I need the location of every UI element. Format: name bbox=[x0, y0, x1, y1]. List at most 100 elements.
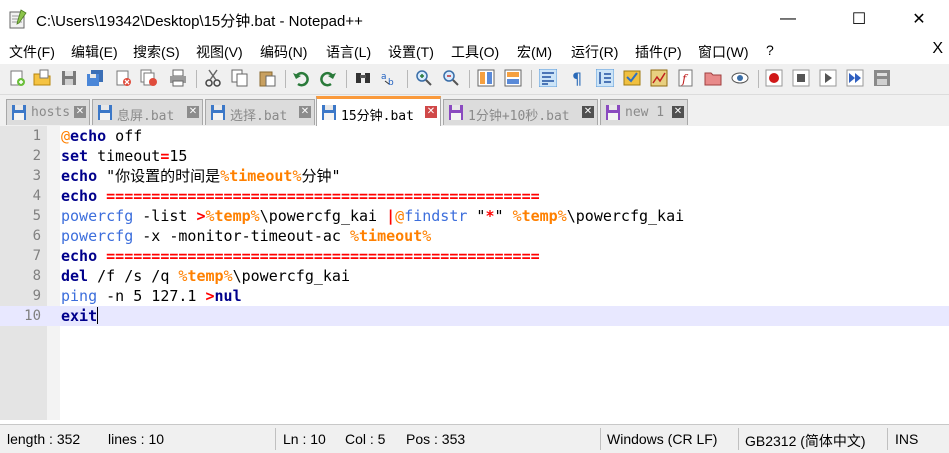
tab-15-minutes-bat[interactable]: 15分钟.bat ✕ bbox=[316, 96, 441, 127]
close-icon[interactable] bbox=[114, 69, 132, 87]
word-wrap-icon[interactable] bbox=[539, 69, 557, 87]
function-list-icon[interactable]: f bbox=[677, 69, 695, 87]
code-line[interactable]: 1 @echo off bbox=[0, 126, 949, 146]
tab-close-icon[interactable]: ✕ bbox=[187, 106, 199, 118]
tab-label: 息屏.bat bbox=[117, 109, 175, 124]
menu-run[interactable]: 运行(R) bbox=[571, 42, 618, 62]
menu-view[interactable]: 视图(V) bbox=[196, 42, 243, 62]
menu-plugins[interactable]: 插件(P) bbox=[635, 42, 682, 62]
status-length: length : 352 bbox=[7, 431, 81, 447]
menu-language[interactable]: 语言(L) bbox=[326, 42, 371, 62]
tab-close-icon[interactable]: ✕ bbox=[299, 106, 311, 118]
menu-macro[interactable]: 宏(M) bbox=[517, 42, 552, 62]
menu-edit[interactable]: 编辑(E) bbox=[71, 42, 118, 62]
indent-guide-icon[interactable] bbox=[596, 69, 614, 87]
show-all-chars-icon[interactable]: ¶ bbox=[569, 69, 587, 87]
tab-close-icon[interactable]: ✕ bbox=[582, 106, 594, 118]
print-icon[interactable] bbox=[169, 69, 187, 87]
code-text: echo ===================================… bbox=[61, 187, 540, 205]
cut-icon[interactable] bbox=[204, 69, 222, 87]
record-macro-icon[interactable] bbox=[765, 69, 783, 87]
monitoring-icon[interactable] bbox=[731, 69, 749, 87]
document-tab-bar: hosts ✕ 息屏.bat ✕ 选择.bat ✕ 15分钟.bat ✕ 1分钟… bbox=[0, 95, 949, 127]
file-saved-icon bbox=[12, 105, 26, 120]
window-title: C:\Users\19342\Desktop\15分钟.bat - Notepa… bbox=[36, 13, 363, 30]
code-line[interactable]: 9 ping -n 5 127.1 >nul bbox=[0, 286, 949, 306]
sync-vertical-icon[interactable] bbox=[477, 69, 495, 87]
toolbar-separator bbox=[469, 70, 470, 88]
file-saved-icon bbox=[606, 105, 620, 120]
code-line[interactable]: 3 echo "你设置的时间是%timeout%分钟" bbox=[0, 166, 949, 186]
line-number: 7 bbox=[32, 248, 41, 264]
code-editor[interactable]: 1 @echo off 2 set timeout=15 3 echo "你设置的时间是%… bbox=[0, 126, 949, 420]
doc-map-icon[interactable] bbox=[650, 69, 668, 87]
tab-select-bat[interactable]: 选择.bat ✕ bbox=[205, 99, 315, 125]
line-number: 5 bbox=[32, 208, 41, 224]
close-document-button[interactable]: X bbox=[932, 40, 943, 58]
status-bar: length : 352 lines : 10 Ln : 10 Col : 5 … bbox=[0, 424, 949, 453]
toolbar-separator bbox=[407, 70, 408, 88]
code-text: echo ===================================… bbox=[61, 247, 540, 265]
toolbar-separator bbox=[346, 70, 347, 88]
menu-search[interactable]: 搜索(S) bbox=[133, 42, 180, 62]
play-macro-icon[interactable] bbox=[819, 69, 837, 87]
menu-settings[interactable]: 设置(T) bbox=[388, 42, 434, 62]
folder-workspace-icon[interactable] bbox=[704, 69, 722, 87]
svg-text:¶: ¶ bbox=[572, 69, 582, 87]
code-line[interactable]: 5 powercfg -list >%temp%\powercfg_kai |@f… bbox=[0, 206, 949, 226]
save-icon[interactable] bbox=[60, 69, 78, 87]
stop-macro-icon[interactable] bbox=[792, 69, 810, 87]
code-line[interactable]: 2 set timeout=15 bbox=[0, 146, 949, 166]
status-position: Pos : 353 bbox=[406, 431, 466, 447]
tab-label: 15分钟.bat bbox=[341, 109, 414, 124]
redo-icon[interactable] bbox=[319, 69, 337, 87]
tab-1-minute-10-seconds-bat[interactable]: 1分钟+10秒.bat ✕ bbox=[443, 99, 598, 125]
menu-file[interactable]: 文件(F) bbox=[9, 42, 55, 62]
close-window-button[interactable]: ✕ bbox=[896, 0, 942, 38]
menu-tools[interactable]: 工具(O) bbox=[451, 42, 499, 62]
code-line[interactable]: 4 echo ==================================… bbox=[0, 186, 949, 206]
file-saved-icon bbox=[322, 105, 336, 120]
code-text: echo "你设置的时间是%timeout%分钟" bbox=[61, 167, 341, 185]
close-all-icon[interactable] bbox=[140, 69, 158, 87]
tab-close-icon[interactable]: ✕ bbox=[74, 106, 86, 118]
line-number: 9 bbox=[32, 288, 41, 304]
find-icon[interactable] bbox=[354, 69, 372, 87]
new-file-icon[interactable] bbox=[8, 69, 26, 87]
code-text: exit bbox=[61, 307, 99, 325]
menu-window[interactable]: 窗口(W) bbox=[698, 42, 749, 62]
code-line[interactable]: 10 exit bbox=[0, 306, 949, 326]
zoom-in-icon[interactable] bbox=[415, 69, 433, 87]
paste-icon[interactable] bbox=[258, 69, 276, 87]
sync-horizontal-icon[interactable] bbox=[504, 69, 522, 87]
code-line[interactable]: 8 del /f /s /q %temp%\powercfg_kai bbox=[0, 266, 949, 286]
menu-help[interactable]: ? bbox=[766, 42, 774, 58]
tab-label: new 1 bbox=[625, 105, 665, 120]
tab-hosts[interactable]: hosts ✕ bbox=[6, 99, 90, 125]
tab-close-icon[interactable]: ✕ bbox=[672, 106, 684, 118]
toolbar: ab ¶ f bbox=[0, 64, 949, 95]
menu-encoding[interactable]: 编码(N) bbox=[260, 42, 307, 62]
undo-icon[interactable] bbox=[292, 69, 310, 87]
replace-icon[interactable]: ab bbox=[380, 69, 398, 87]
title-bar: C:\Users\19342\Desktop\15分钟.bat - Notepa… bbox=[0, 0, 949, 38]
copy-icon[interactable] bbox=[231, 69, 249, 87]
save-all-icon[interactable] bbox=[86, 69, 104, 87]
code-text: powercfg -list >%temp%\powercfg_kai |@fi… bbox=[61, 207, 685, 225]
maximize-button[interactable]: ☐ bbox=[836, 0, 882, 38]
zoom-out-icon[interactable] bbox=[442, 69, 460, 87]
tab-close-icon[interactable]: ✕ bbox=[425, 106, 437, 118]
code-line[interactable]: 6 powercfg -x -monitor-timeout-ac %timeou… bbox=[0, 226, 949, 246]
run-macro-multiple-icon[interactable] bbox=[846, 69, 864, 87]
minimize-button[interactable]: — bbox=[765, 0, 811, 38]
line-number: 10 bbox=[24, 308, 41, 324]
svg-text:b: b bbox=[388, 78, 394, 87]
tab-screen-off-bat[interactable]: 息屏.bat ✕ bbox=[92, 99, 203, 125]
open-file-icon[interactable] bbox=[33, 69, 51, 87]
code-line[interactable]: 7 echo ==================================… bbox=[0, 246, 949, 266]
code-text: set timeout=15 bbox=[61, 147, 188, 165]
tab-new-1[interactable]: new 1 ✕ bbox=[600, 99, 688, 125]
user-language-icon[interactable] bbox=[623, 69, 641, 87]
status-separator bbox=[738, 428, 739, 450]
save-macro-icon[interactable] bbox=[873, 69, 891, 87]
